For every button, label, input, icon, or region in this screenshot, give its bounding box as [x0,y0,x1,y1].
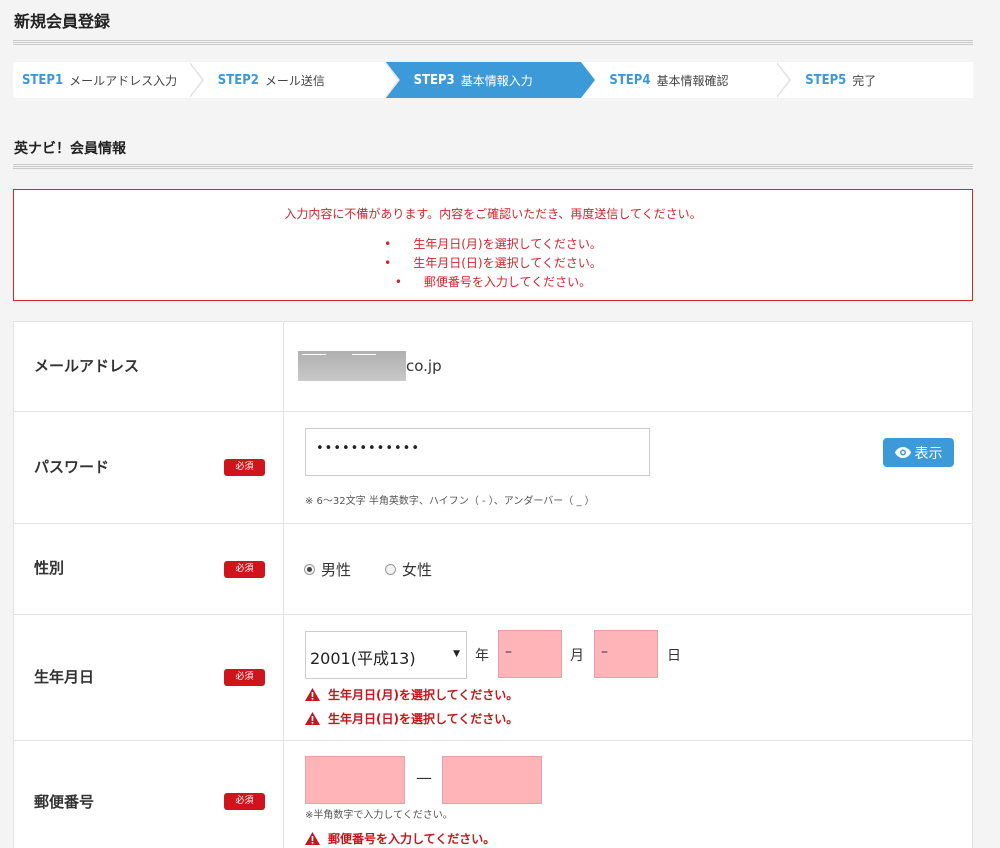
gender-label: 性別 [34,559,65,577]
day-unit: 日 [667,648,681,664]
postal-separator: — [416,768,432,787]
step-label: 基本情報確認 [656,73,729,88]
page-title: 新規会員登録 [14,12,111,31]
step-2: STEP2 メール送信 [190,62,400,98]
error-list: • 生年月日(月)を選択してください。 • 生年月日(日)を選択してください。 • 郵… [14,235,972,292]
required-badge: 必須 [224,561,265,578]
show-password-button[interactable]: 表示 [883,438,954,467]
gender-row: 性別 必須 男性 女性 [14,524,972,615]
step-arrow [384,62,400,98]
password-label: パスワード [34,458,110,476]
gender-female-radio[interactable]: 女性 [385,559,432,580]
step-number: STEP2 [217,72,259,88]
password-hint: ※ 6～32文字 半角英数字、ハイフン（ - ）、アンダーバー（ _ ） [305,496,595,507]
email-label: メールアドレス [34,357,140,375]
gender-male-radio[interactable]: 男性 [304,559,351,580]
step-number: STEP5 [805,72,847,88]
postal-hint: ※半角数字で入力してください。 [305,810,453,821]
birth-year-value: 2001(平成13) [310,649,416,668]
birth-day-error: 生年月日(日)を選択してください。 [305,710,518,727]
step-number: STEP1 [22,72,64,88]
radio-unchecked-icon [385,564,396,575]
postal-label: 郵便番号 [34,793,95,811]
dropdown-caret-icon: ▼ [453,649,460,659]
gender-option-label: 女性 [402,561,433,579]
step-arrow [581,62,596,98]
email-value: co.jp [406,357,442,375]
error-summary-box: 入力内容に不備があります。内容をご確認いただき、再度送信してください。 • 生年月… [13,189,973,301]
section-divider [13,163,973,169]
warning-icon [305,712,320,725]
step-arrow [188,62,204,98]
postal-error: 郵便番号を入力してください。 [305,830,495,847]
password-row: パスワード 必須 •••••••••••• 表示 ※ 6～32文字 半角英数字、… [14,412,972,524]
email-redacted [298,351,406,381]
warning-icon [305,832,320,845]
step-arrow [776,62,792,98]
required-badge: 必須 [224,793,265,810]
member-info-form: メールアドレス co.jp パスワード 必須 •••••••••••• 表示 ※… [13,321,973,848]
error-summary-message: 入力内容に不備があります。内容をご確認いただき、再度送信してください。 [284,207,702,221]
birthday-label: 生年月日 [34,668,95,686]
birthday-row: 生年月日 必須 2001(平成13) ▼ 年 – 月 – 日 生年月日(月)を選… [14,615,972,741]
eye-icon [894,447,911,458]
email-row: メールアドレス co.jp [14,322,972,412]
birth-month-select[interactable]: – [498,630,562,678]
step-number: STEP4 [609,72,651,88]
step-label: 基本情報入力 [460,73,533,88]
step-number: STEP3 [413,72,455,88]
required-badge: 必須 [224,669,265,686]
step-label: メール送信 [264,73,325,88]
step-5: STEP5 完了 [777,62,973,98]
show-password-label: 表示 [914,445,943,462]
section-title: 英ナビ！会員情報 [14,141,126,157]
month-unit: 月 [570,648,584,664]
step-label: 完了 [852,73,877,88]
error-list-item: • 郵便番号を入力してください。 [394,275,592,289]
required-badge: 必須 [224,459,265,476]
password-input[interactable]: •••••••••••• [305,428,650,476]
step-progress-bar: STEP1 メールアドレス入力 STEP2 メール送信 STEP3 基本情報入力… [13,62,973,98]
step-label: メールアドレス入力 [69,73,178,88]
error-list-item: • 生年月日(月)を選択してください。 [384,237,602,251]
birth-day-select[interactable]: – [594,630,658,678]
step-4: STEP4 基本情報確認 [581,62,792,98]
postal-row: 郵便番号 必須 — ※半角数字で入力してください。 郵便番号を入力してください。 [14,741,972,848]
birth-year-select[interactable]: 2001(平成13) ▼ [305,631,467,679]
step-3-current: STEP3 基本情報入力 [385,62,596,98]
birth-month-error: 生年月日(月)を選択してください。 [305,686,518,703]
title-divider [13,39,973,45]
postal-code-second-input[interactable] [442,756,542,804]
step-1: STEP1 メールアドレス入力 [13,62,204,98]
gender-option-label: 男性 [321,561,352,579]
warning-icon [305,688,320,701]
year-unit: 年 [475,648,489,664]
radio-checked-icon [304,564,315,575]
error-list-item: • 生年月日(日)を選択してください。 [384,256,602,270]
postal-code-first-input[interactable] [305,756,405,804]
